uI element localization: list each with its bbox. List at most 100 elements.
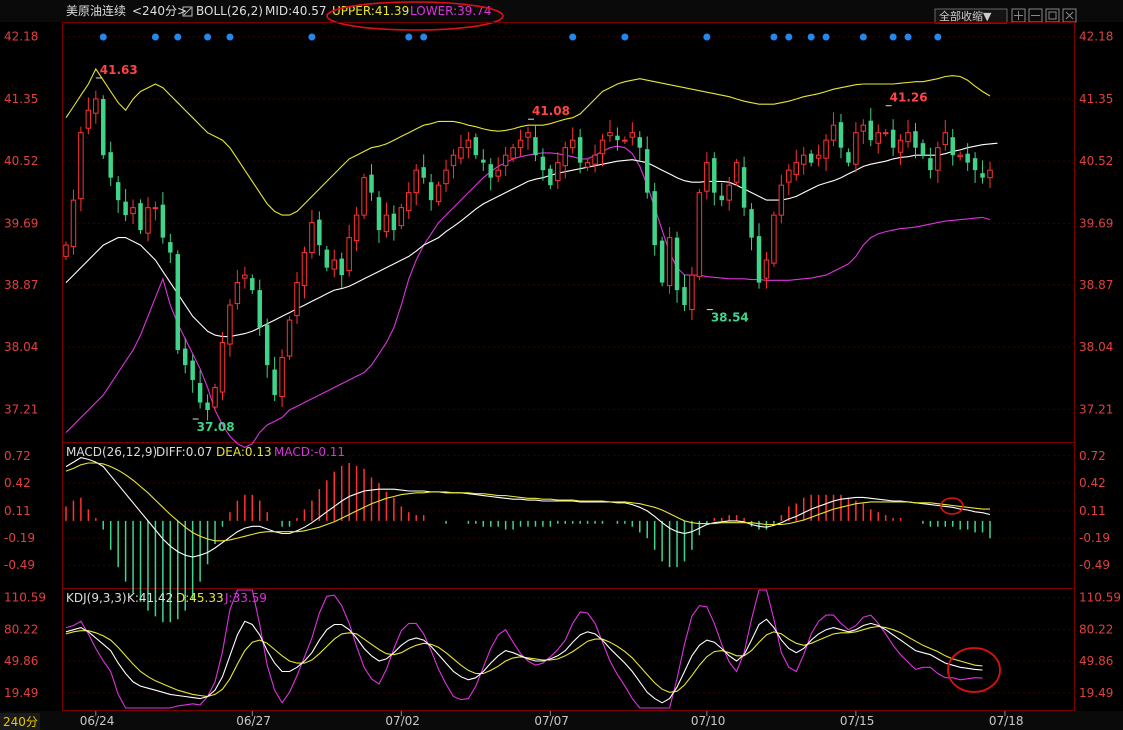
date-label: 07/18: [989, 714, 1024, 728]
price-tick-label-right: 42.18: [1079, 30, 1113, 44]
candle-body-up: [592, 154, 598, 165]
candle-body-down: [548, 168, 553, 186]
signal-marker-dot: [99, 33, 107, 41]
candle-body-down: [138, 203, 143, 231]
candle-body-up: [465, 139, 472, 149]
candle-body-up: [301, 252, 308, 287]
candle-body-up: [279, 357, 285, 398]
candle-body-up: [398, 207, 405, 227]
macd-tick-label-left: 0.11: [4, 504, 31, 518]
macd-dea-line: [65, 462, 990, 542]
candle-body-up: [510, 147, 516, 159]
boll-indicator-name[interactable]: BOLL(26,2): [196, 4, 263, 18]
macd-tick-label-right: 0.11: [1079, 504, 1106, 518]
boll-mid-label: MID:40.57: [265, 4, 327, 18]
candle-body-down: [205, 402, 210, 411]
candle-body-up: [309, 222, 315, 254]
candle-body-down: [577, 137, 583, 163]
price-panel-frame: [62, 22, 1075, 443]
signal-marker-dot: [308, 33, 316, 41]
candle-body-up: [733, 162, 740, 183]
futures-chart[interactable]: 美原油连续 <240分> BOLL(26,2) MID:40.57 UPPER:…: [0, 0, 1123, 730]
candlesticks[interactable]: [63, 90, 993, 421]
macd-panel-frame: [62, 442, 1075, 589]
candle-body-up: [495, 169, 501, 177]
instrument-name[interactable]: 美原油连续: [66, 3, 126, 18]
candle-body-up: [294, 282, 300, 317]
date-label: 07/07: [534, 714, 569, 728]
kdj-k-label: K:41.42: [127, 591, 173, 605]
kdj-d-label: D:45.33: [176, 591, 224, 605]
price-tick-label-right: 38.87: [1079, 278, 1113, 292]
candle-body-up: [70, 199, 77, 248]
candle-body-down: [168, 242, 173, 253]
candle-body-up: [562, 147, 568, 167]
candle-body-down: [756, 236, 762, 283]
candle-body-down: [719, 195, 724, 201]
macd-diff-label: DIFF:0.07: [156, 445, 212, 459]
candle-body-down: [324, 249, 330, 268]
macd-tick-label-right: -0.49: [1079, 558, 1110, 572]
macd-tick-label-left: -0.19: [4, 531, 35, 545]
candle-body-up: [569, 139, 576, 149]
price-tick-label-right: 38.04: [1079, 340, 1113, 354]
candle-body-up: [413, 169, 419, 194]
date-label: 07/02: [385, 714, 420, 728]
price-tick-label-right: 40.52: [1079, 154, 1113, 168]
candle-body-up: [666, 237, 673, 287]
period-selector[interactable]: <240分>: [132, 4, 187, 18]
period-badge: 240分: [3, 715, 38, 729]
signal-marker-dot: [822, 33, 830, 41]
kdj-tick-label-left: 80.22: [4, 622, 38, 636]
candle-body-down: [652, 191, 657, 246]
candle-body-up: [450, 154, 457, 167]
candle-body-down: [190, 360, 195, 381]
candle-body-down: [920, 143, 926, 156]
collapse-all-label: 全部收缩▼: [939, 9, 992, 23]
signal-marker-dot: [770, 33, 778, 41]
macd-tick-label-right: 0.72: [1079, 449, 1106, 463]
date-label: 07/15: [840, 714, 875, 728]
candle-body-up: [987, 169, 993, 179]
candle-body-down: [868, 120, 874, 141]
candle-body-down: [488, 164, 493, 178]
signal-marker-dot: [859, 33, 867, 41]
candle-body-up: [353, 214, 360, 242]
candle-body-up: [152, 207, 159, 210]
macd-tick-label-left: -0.49: [4, 558, 35, 572]
signal-marker-dot: [785, 33, 793, 41]
candle-body-up: [63, 244, 69, 257]
candle-body-up: [361, 177, 367, 216]
candle-body-down: [339, 258, 344, 276]
macd-diff-line: [65, 457, 991, 558]
signal-marker-dot: [934, 33, 942, 41]
candle-body-up: [130, 207, 136, 215]
candle-body-up: [763, 259, 770, 279]
annotation-label: 41.63: [100, 63, 138, 77]
kdj-title[interactable]: KDJ(9,3,3): [66, 591, 127, 605]
kdj-tick-label-left: 49.86: [4, 654, 38, 668]
candle-body-down: [712, 158, 717, 193]
candle-body-up: [286, 319, 293, 357]
signal-marker-dot: [151, 33, 159, 41]
candle-body-up: [502, 154, 509, 167]
candle-body-up: [696, 192, 703, 278]
candle-body-down: [369, 174, 374, 193]
annotation-label: 41.26: [890, 91, 928, 105]
signal-marker-dot: [807, 33, 815, 41]
candle-body-down: [637, 137, 643, 148]
candle-body-down: [674, 237, 680, 291]
date-label: 07/10: [691, 714, 726, 728]
boll-mid-line: [65, 142, 998, 338]
candle-body-up: [242, 274, 248, 279]
macd-tick-label-left: 0.42: [4, 476, 31, 490]
candle-body-up: [331, 259, 337, 270]
candle-body-up: [227, 304, 233, 345]
candle-body-up: [525, 132, 531, 138]
candle-body-down: [972, 158, 978, 171]
candle-body-down: [659, 240, 665, 283]
kdj-series: [65, 589, 983, 709]
candle-body-up: [726, 184, 732, 201]
candle-body-down: [175, 254, 181, 351]
macd-title[interactable]: MACD(26,12,9): [66, 445, 157, 459]
